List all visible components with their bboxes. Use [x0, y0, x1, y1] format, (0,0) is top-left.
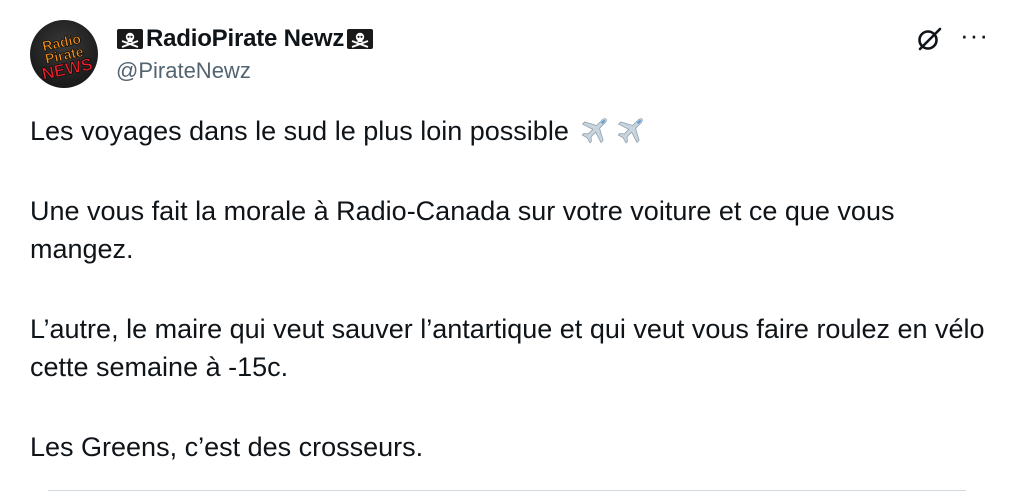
more-options-button[interactable]: ···	[960, 20, 989, 51]
author-handle[interactable]: @PirateNewz	[116, 58, 374, 84]
tweet-paragraph: Les voyages dans le sud le plus loin pos…	[30, 112, 990, 150]
tweet-paragraph: Une vous fait la morale à Radio-Canada s…	[30, 196, 895, 264]
paragraph-text: Les voyages dans le sud le plus loin pos…	[30, 116, 569, 146]
author-name[interactable]: RadioPirate Newz	[146, 25, 344, 53]
divider	[48, 490, 966, 491]
tweet-paragraph: L’autre, le maire qui veut sauver l’anta…	[30, 314, 985, 382]
airplane-icon	[581, 118, 608, 144]
author-name-row[interactable]: RadioPirate Newz	[116, 24, 374, 54]
pirate-flag-icon	[117, 29, 143, 49]
radiopirate-logo: Radio Pirate NEWS	[40, 30, 94, 84]
avatar[interactable]: Radio Pirate NEWS	[30, 20, 98, 88]
tweet-header: RadioPirate Newz @PirateNewz	[116, 24, 374, 84]
tweet-paragraph: Les Greens, c’est des crosseurs.	[30, 432, 424, 462]
tweet-card: Radio Pirate NEWS RadioPirate Newz @Pira…	[0, 0, 1014, 494]
tweet-text: Les voyages dans le sud le plus loin pos…	[30, 112, 990, 466]
grok-icon[interactable]	[914, 24, 944, 54]
pirate-flag-icon	[347, 29, 374, 49]
airplane-icon	[617, 118, 644, 144]
